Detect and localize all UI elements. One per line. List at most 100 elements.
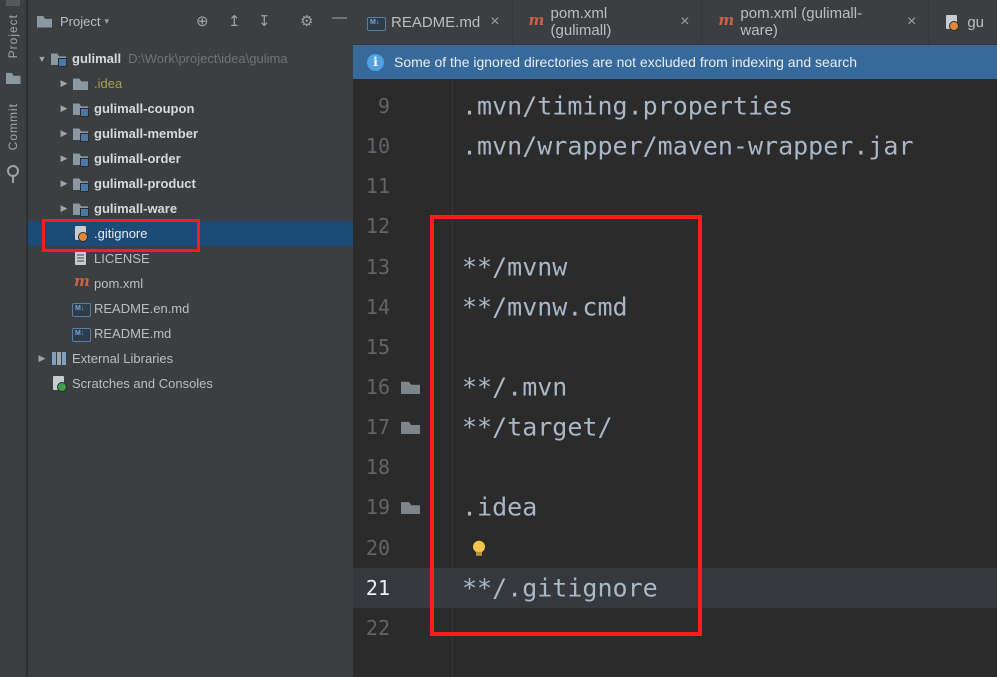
hide-panel-icon[interactable]: — [332,9,347,26]
tree-item-idea-folder[interactable]: ▶ .idea [28,71,353,96]
tree-item-license[interactable]: LICENSE [28,246,353,271]
close-tab-icon[interactable]: × [907,13,916,31]
code-line-20[interactable]: 20 [353,528,997,568]
code-line-15[interactable]: 15 [353,327,997,367]
activity-bar: Project Commit [0,0,27,677]
tool-button-project[interactable]: Project [6,14,20,58]
editor-pane[interactable]: 9 .mvn/timing.properties 10 .mvn/wrapper/ma… [353,79,997,677]
line-number: 14 [365,294,390,319]
code-line-12[interactable]: 12 [353,206,997,246]
code-text: .mvn/timing.properties [462,91,794,121]
tab-gitignore-partial[interactable]: gu [929,0,997,44]
chevron-right-icon[interactable]: ▶ [56,103,72,114]
tool-icon-partial [6,0,20,6]
tree-item-pom-xml[interactable]: pom.xml [28,271,353,296]
tab-label: gu [967,13,984,31]
code-lines: 9 .mvn/timing.properties 10 .mvn/wrapper/ma… [353,79,997,648]
doc-icon [72,251,89,266]
code-text: **/.gitignore [462,573,658,603]
tab-pom-xml-gulimall[interactable]: pom.xml (gulimall) × [513,0,703,44]
expand-all-icon[interactable]: ↥ [228,12,241,30]
tree-item-external-libraries[interactable]: ▶ External Libraries [28,346,353,371]
code-line-19[interactable]: 19 .idea [353,487,997,527]
maven-file-icon [527,11,545,30]
tab-readme-md[interactable]: README.md × [353,0,513,44]
tab-label: pom.xml (gulimall) [550,5,612,39]
info-icon: i [367,53,384,71]
tree-item-gulimall-member[interactable]: ▶ gulimall-member [28,121,353,146]
project-path: D:\Work\project\idea\gulima [128,51,288,66]
notification-text: Some of the ignored directories are not … [394,54,858,70]
code-line-21[interactable]: 21 **/.gitignore [353,567,997,608]
tree-item-label: External Libraries [72,351,174,366]
tree-item-label: Scratches and Consoles [72,376,213,391]
tree-item-label: .idea [94,76,123,91]
tree-item-gulimall-ware[interactable]: ▶ gulimall-ware [28,196,353,221]
line-number: 18 [365,455,390,480]
code-line-17[interactable]: 17 **/target/ [353,407,997,447]
vcs-tool-icon[interactable] [7,164,19,183]
line-number: 22 [365,615,390,640]
line-number: 17 [365,415,390,440]
close-tab-icon[interactable]: × [680,13,689,31]
tab-pom-xml-gulimall-ware[interactable]: pom.xml (gulimall-ware) × [702,0,930,44]
chevron-right-icon[interactable]: ▶ [56,128,72,139]
code-text: .mvn/wrapper/maven-wrapper.jar [462,131,914,161]
line-number: 13 [365,254,390,279]
tree-item-label: gulimall-product [94,176,196,191]
line-number: 19 [365,495,390,520]
code-line-18[interactable]: 18 [353,447,997,487]
code-line-10[interactable]: 10 .mvn/wrapper/maven-wrapper.jar [353,126,997,166]
tree-item-label: README.en.md [94,301,190,316]
tree-item-label: README.md [94,326,172,341]
tree-item-readme-en-md[interactable]: README.en.md [28,296,353,321]
code-line-14[interactable]: 14 **/mvnw.cmd [353,287,997,327]
tree-item-label: LICENSE [94,251,150,266]
line-number: 9 [377,94,390,119]
chevron-down-icon[interactable]: ▾ [104,16,109,27]
code-line-22[interactable]: 22 [353,608,997,648]
code-text: **/mvnw [462,252,568,282]
tree-item-scratches-and-consoles[interactable]: Scratches and Consoles [28,371,353,396]
line-number: 16 [365,375,390,400]
line-number: 20 [365,535,390,560]
close-tab-icon[interactable]: × [490,13,499,31]
tree-item-label: gulimall [72,51,122,66]
intention-bulb-icon[interactable] [473,540,485,556]
chevron-right-icon[interactable]: ▶ [56,153,72,164]
project-view-title[interactable]: Project [60,14,100,29]
tree-item-gulimall-coupon[interactable]: ▶ gulimall-coupon [28,96,353,121]
project-panel: Project ▾ ⊕ ↥ ↧ ⚙ — ▼ gulimall D:\Work\pro… [28,0,353,677]
tree-item-gulimall[interactable]: ▼ gulimall D:\Work\project\idea\gulima [28,46,353,71]
code-line-13[interactable]: 13 **/mvnw [353,247,997,287]
chevron-right-icon[interactable]: ▶ [34,353,50,364]
code-text: **/target/ [462,412,613,442]
chevron-down-icon[interactable]: ▼ [34,54,50,64]
tree-item-label: gulimall-member [94,126,199,141]
code-line-11[interactable]: 11 [353,166,997,206]
collapse-all-icon[interactable]: ↧ [258,12,271,30]
maven-icon [72,272,90,291]
settings-gear-icon[interactable]: ⚙ [300,12,313,30]
tree-item-gulimall-product[interactable]: ▶ gulimall-product [28,171,353,196]
tool-button-commit[interactable]: Commit [6,103,20,150]
chevron-right-icon[interactable]: ▶ [56,78,72,89]
proj-icon [50,51,67,67]
tree-item-label: gulimall-ware [94,201,178,216]
proj-icon [72,151,89,167]
lib-icon [50,351,67,366]
tree-item-gulimall-order[interactable]: ▶ gulimall-order [28,146,353,171]
folder-tool-icon[interactable] [5,70,22,87]
tree-item-gitignore[interactable]: .gitignore [28,221,353,246]
code-line-9[interactable]: 9 .mvn/timing.properties [353,86,997,126]
gutter-folder-icon [401,381,420,395]
code-line-16[interactable]: 16 **/.mvn [353,367,997,407]
tree-item-readme-md[interactable]: README.md [28,321,353,346]
chevron-right-icon[interactable]: ▶ [56,203,72,214]
line-number: 15 [365,334,390,359]
project-panel-header: Project ▾ ⊕ ↥ ↧ ⚙ — [28,0,353,42]
tree-item-label: .gitignore [94,226,148,241]
gutter-folder-icon [401,421,420,435]
chevron-right-icon[interactable]: ▶ [56,178,72,189]
locate-file-icon[interactable]: ⊕ [196,12,209,30]
